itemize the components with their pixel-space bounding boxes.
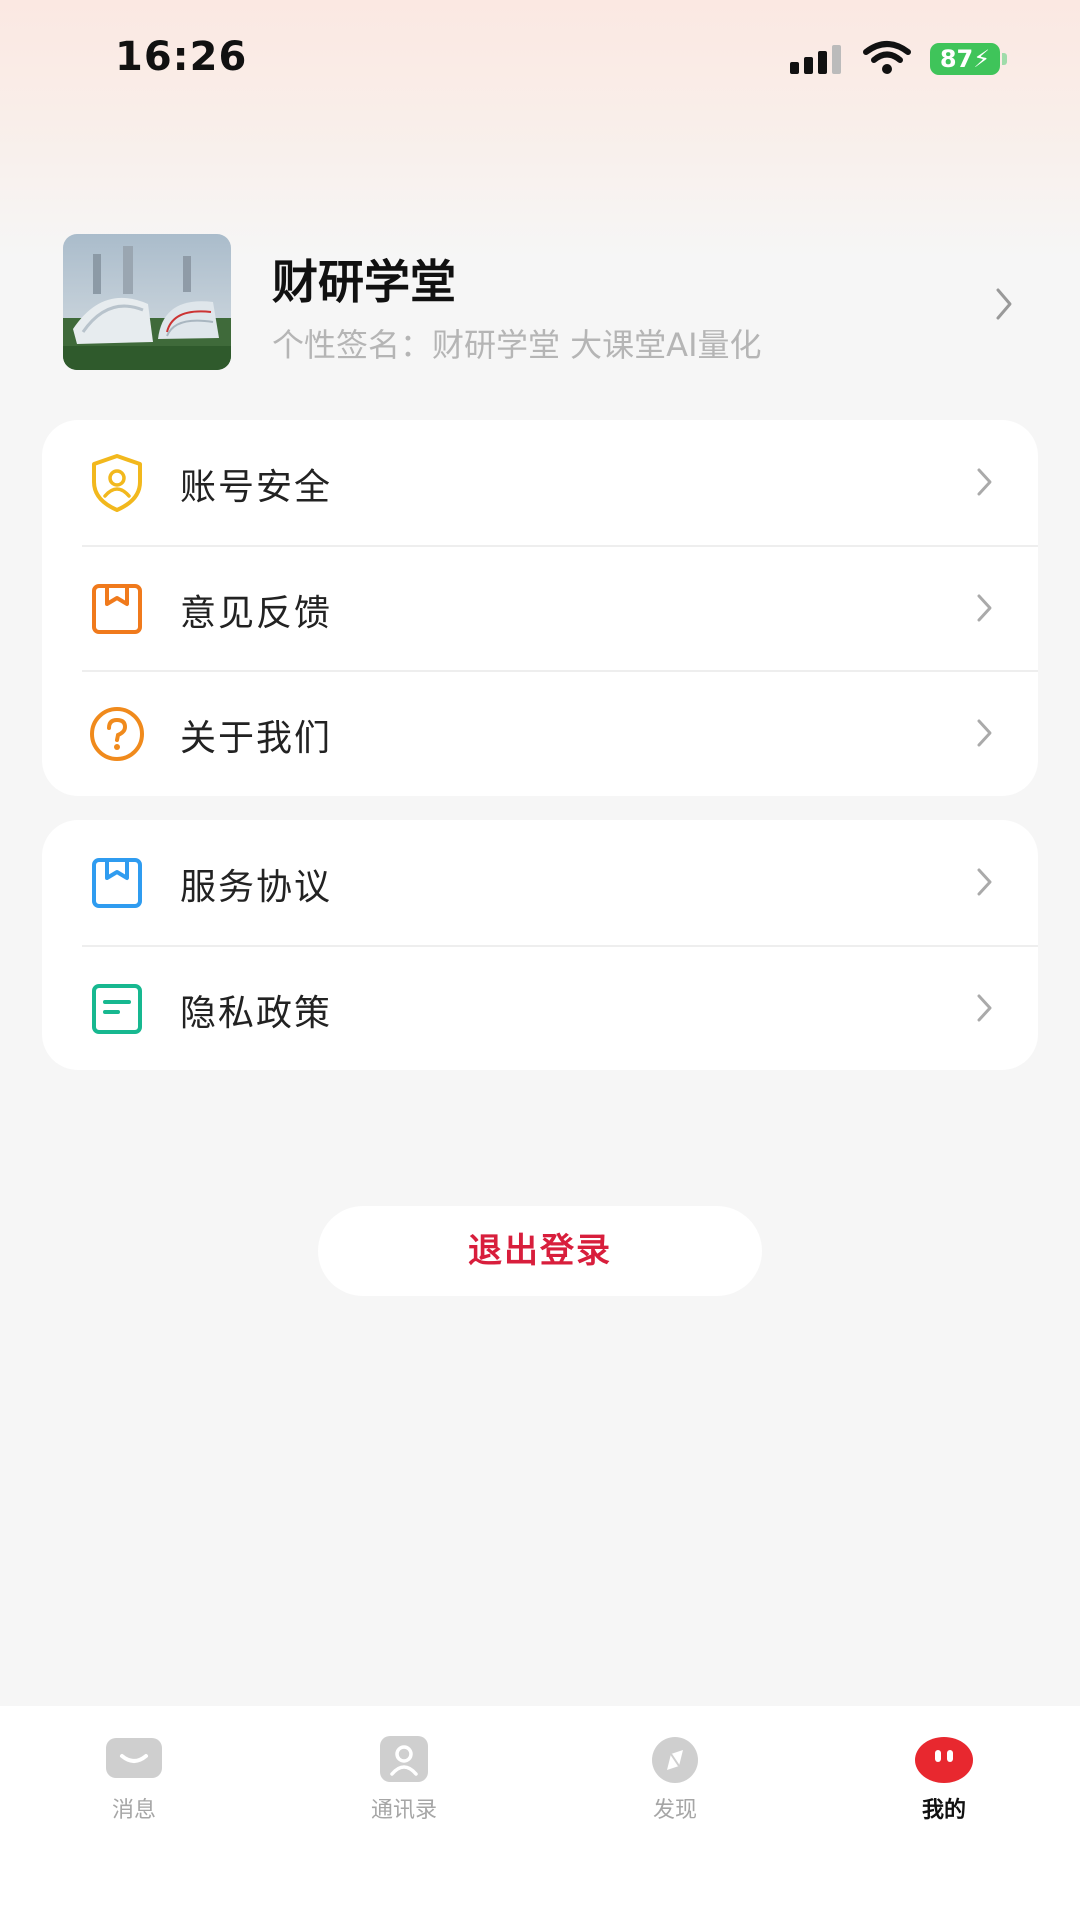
tab-label: 我的: [921, 1798, 966, 1823]
menu-item-label: 账号安全: [180, 467, 333, 508]
chevron-right-icon: [977, 719, 992, 747]
chevron-right-icon: [977, 468, 992, 496]
menu-item-feedback[interactable]: 意见反馈: [42, 546, 1038, 671]
shield-user-icon: [92, 454, 142, 512]
settings-card-primary: 账号安全 意见反馈 关于我们: [42, 420, 1038, 796]
wifi-icon: [863, 41, 911, 74]
chevron-right-icon: [977, 594, 992, 622]
bottom-tab-bar: 消息 通讯录 发现 我的: [0, 1706, 1080, 1920]
status-time: 16:26: [115, 34, 248, 80]
message-icon: [106, 1738, 162, 1778]
tab-discover[interactable]: 发现: [605, 1736, 745, 1836]
tab-messages[interactable]: 消息: [64, 1736, 204, 1836]
menu-item-privacy-policy[interactable]: 隐私政策: [42, 946, 1038, 1071]
charging-bolt-icon: ⚡: [973, 45, 991, 73]
profile-header[interactable]: 财研学堂 个性签名：财研学堂 大课堂AI量化: [0, 232, 1080, 372]
chevron-right-icon: [977, 994, 992, 1022]
tab-label: 消息: [111, 1798, 156, 1823]
menu-item-label: 关于我们: [180, 718, 333, 759]
status-bar: 16:26 87⚡: [0, 0, 1080, 120]
contacts-icon: [380, 1736, 428, 1782]
tab-label: 发现: [652, 1798, 697, 1823]
menu-item-label: 服务协议: [180, 867, 333, 908]
me-face-icon: [915, 1737, 973, 1783]
bookmark-box-icon: [92, 858, 142, 908]
avatar[interactable]: [63, 234, 231, 370]
cell-signal-icon: [790, 44, 846, 74]
settings-card-legal: 服务协议 隐私政策: [42, 820, 1038, 1070]
profile-signature: 个性签名：财研学堂 大课堂AI量化: [272, 326, 762, 364]
tab-contacts[interactable]: 通讯录: [334, 1736, 474, 1836]
menu-item-label: 意见反馈: [180, 593, 333, 634]
question-circle-icon: [90, 707, 144, 761]
logout-button[interactable]: 退出登录: [318, 1206, 762, 1296]
menu-item-label: 隐私政策: [180, 993, 333, 1034]
menu-item-account-security[interactable]: 账号安全: [42, 420, 1038, 545]
document-lines-icon: [92, 984, 142, 1034]
compass-icon: [652, 1737, 698, 1783]
battery-indicator: 87⚡: [930, 43, 1000, 75]
menu-item-about-us[interactable]: 关于我们: [42, 671, 1038, 796]
battery-level: 87: [939, 45, 974, 73]
bookmark-box-icon: [92, 584, 142, 634]
menu-item-service-agreement[interactable]: 服务协议: [42, 820, 1038, 945]
tab-label: 通讯录: [370, 1798, 437, 1823]
profile-name: 财研学堂: [272, 255, 456, 309]
tab-me[interactable]: 我的: [874, 1736, 1014, 1836]
battery-cap: [1002, 53, 1007, 65]
chevron-right-icon: [996, 288, 1012, 320]
chevron-right-icon: [977, 868, 992, 896]
avatar-image: [63, 234, 231, 370]
